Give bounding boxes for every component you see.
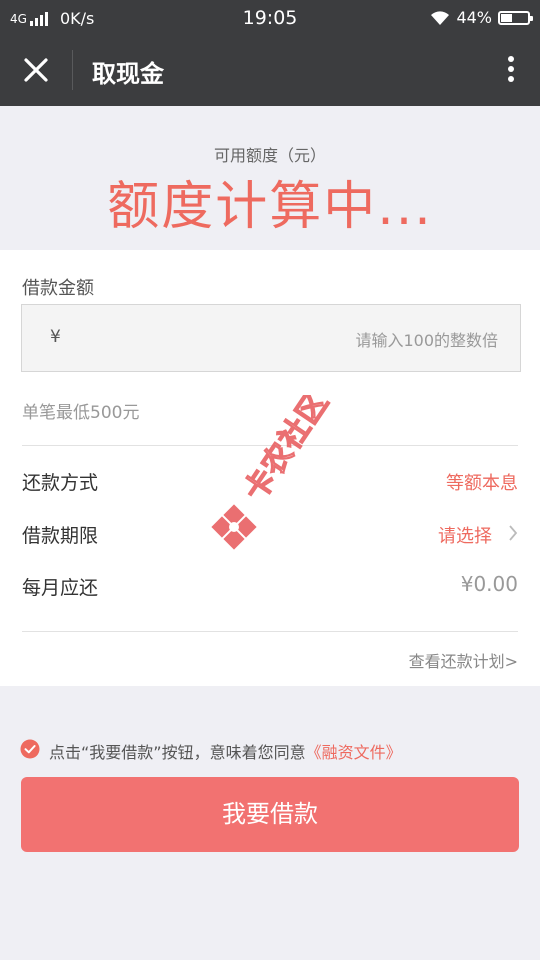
agreement-row: 点击“我要借款”按钮，意味着您同意《融资文件》: [20, 738, 520, 762]
monthly-payment-label: 每月应还: [22, 577, 99, 599]
monthly-payment-value: ¥0.00: [460, 572, 518, 596]
agreement-text: 点击“我要借款”按钮，意味着您同意《融资文件》: [49, 739, 402, 763]
quota-section: 可用额度（元） 额度计算中...: [0, 106, 540, 250]
loan-term-value: 请选择: [438, 526, 492, 547]
agreement-statement: 点击“我要借款”按钮，意味着您同意: [49, 743, 306, 762]
repayment-method-value: 等额本息: [446, 473, 518, 494]
battery-level: [501, 13, 512, 22]
divider: [22, 445, 518, 446]
repayment-method-label: 还款方式: [22, 472, 99, 494]
page-title: 取现金: [92, 60, 164, 88]
status-right: 44%: [430, 8, 533, 27]
amount-label: 借款金额: [22, 278, 94, 299]
monthly-payment-row: 每月应还 ¥0.00: [22, 565, 518, 605]
quota-label: 可用额度（元）: [213, 146, 326, 165]
amount-field[interactable]: ¥: [21, 304, 521, 372]
loan-term-label: 借款期限: [22, 525, 99, 547]
borrow-button[interactable]: 我要借款: [21, 777, 519, 852]
nav-bar: 取现金: [0, 34, 540, 106]
loan-term-row[interactable]: 借款期限 请选择: [22, 513, 518, 553]
nav-divider: [72, 50, 73, 90]
more-vertical-icon[interactable]: [504, 52, 518, 88]
checkbox-checked-icon[interactable]: [20, 739, 40, 759]
repayment-method-row[interactable]: 还款方式 等额本息: [22, 460, 518, 500]
view-repayment-plan-link[interactable]: 查看还款计划>: [409, 648, 518, 672]
close-icon[interactable]: [18, 52, 54, 88]
loan-form-card: 借款金额 ¥ 单笔最低500元 还款方式 等额本息 借款期限 请选择 每月应还 …: [0, 250, 540, 686]
financing-documents-link[interactable]: 《融资文件》: [306, 743, 402, 762]
currency-symbol: ¥: [50, 327, 61, 347]
status-bar: 4G 0K/s 19:05 44%: [0, 0, 540, 34]
min-amount-note: 单笔最低500元: [22, 403, 140, 423]
battery-icon: [498, 10, 533, 25]
amount-input[interactable]: [82, 315, 500, 365]
wifi-icon: [431, 10, 450, 25]
battery-percent: 44%: [456, 8, 492, 27]
chevron-right-icon: [509, 525, 518, 541]
divider: [22, 631, 518, 632]
quota-value: 额度计算中...: [107, 177, 433, 237]
